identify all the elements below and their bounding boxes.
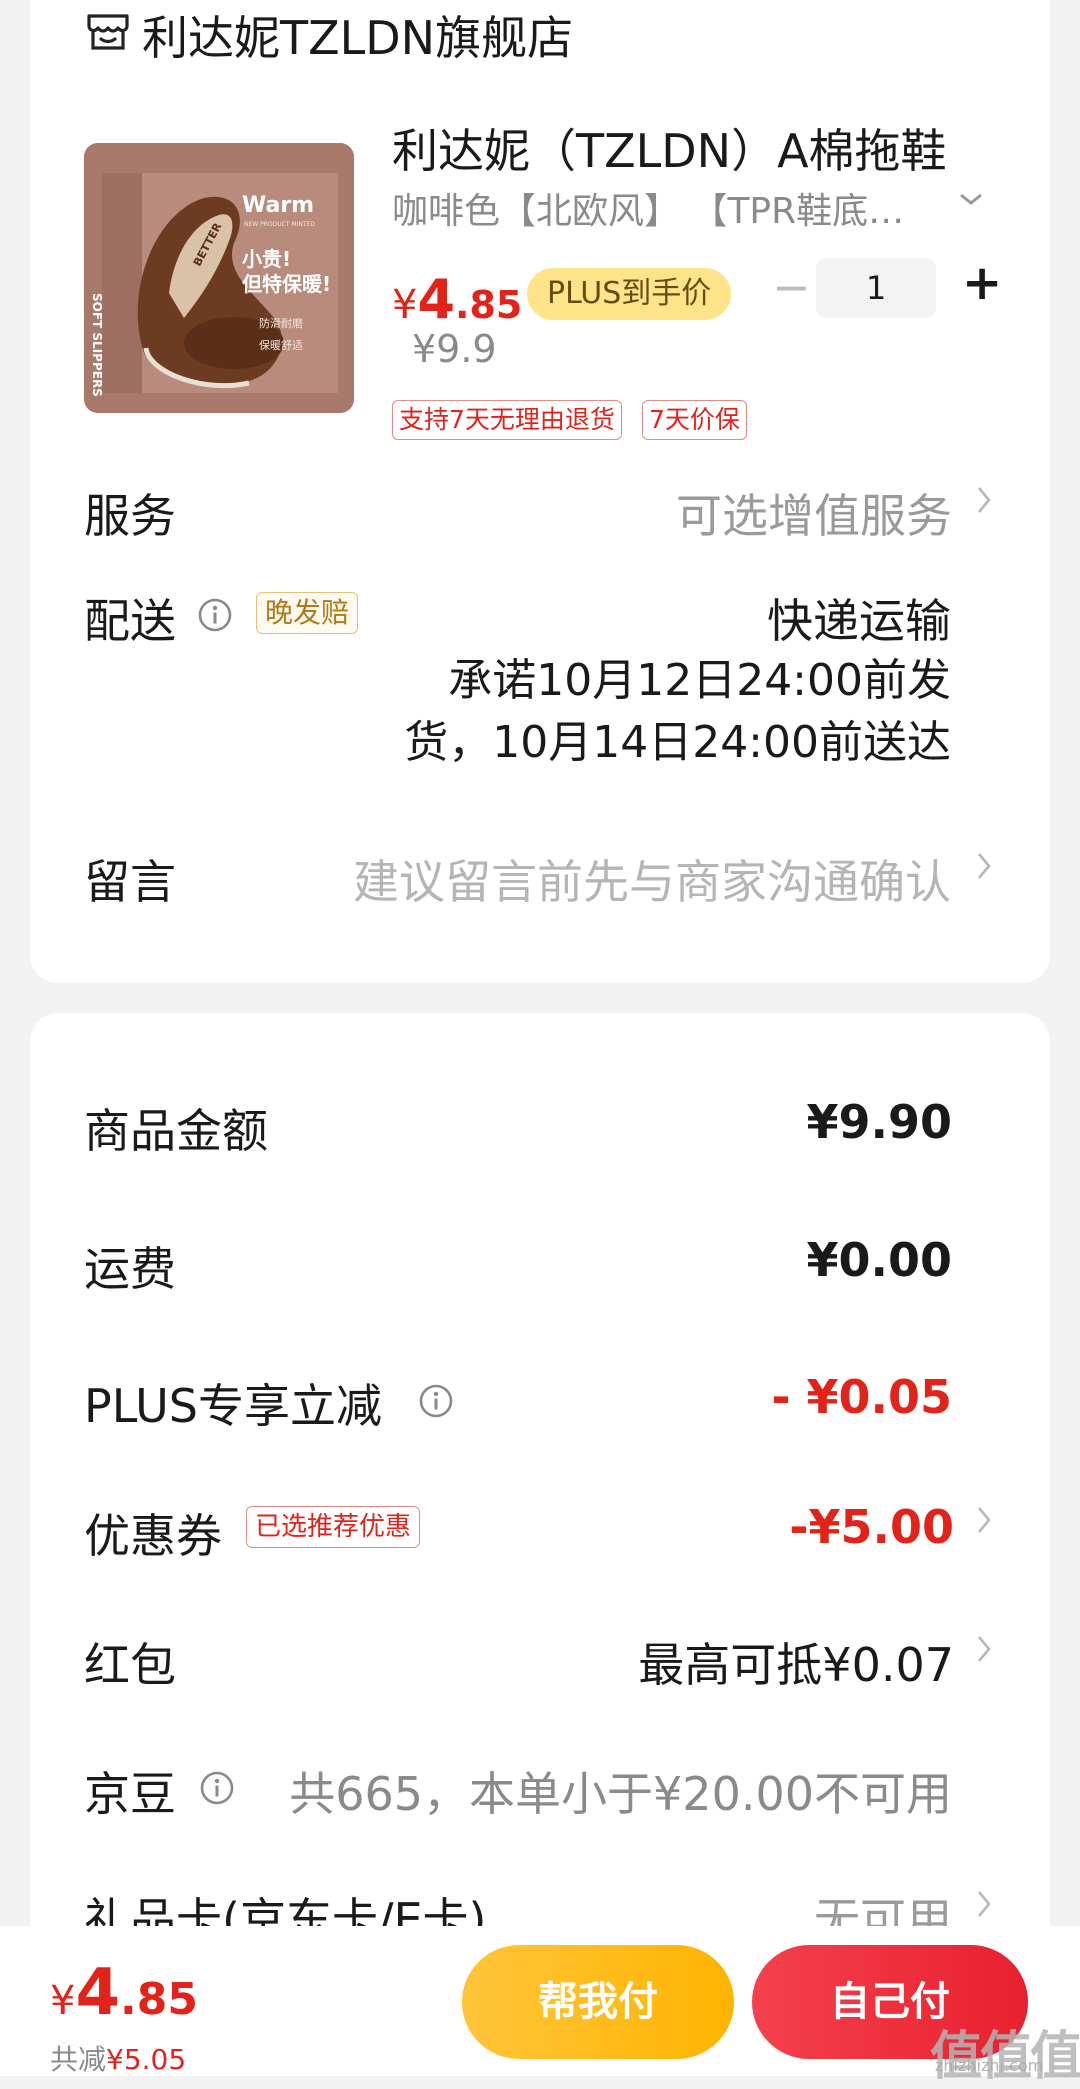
info-icon[interactable] [197,597,233,633]
message-label: 留言 [84,855,176,909]
checkout-bar: ¥4.85 共减¥5.05 帮我付 自己付 [0,1926,1080,2076]
info-icon[interactable] [418,1383,454,1419]
watermark-logo: 值值值 [930,2027,1080,2087]
jd-bean-value: 共665，本单小于¥20.00不可用 [289,1767,952,1821]
image-side-text: SOFT SLIPPERS [90,293,104,397]
chevron-right-icon[interactable] [976,1633,992,1674]
image-headline-2: 但特保暖! [242,272,332,296]
price-currency: ¥ [392,282,418,328]
fee-card: 商品金额 ¥9.90 运费 ¥0.00 PLUS专享立减 - ¥0.05 优惠券… [30,1013,1050,2076]
chevron-down-icon[interactable] [958,180,984,215]
shop-name[interactable]: 利达妮TZLDN旗舰店 [142,2,573,68]
total-integer: 4 [75,1956,120,2030]
quantity-input[interactable]: 1 [816,258,936,318]
price-protect-tag: 7天价保 [642,400,747,440]
quantity-minus-button[interactable]: − [772,260,811,314]
image-feature-2: 保暖舒适 [259,339,303,352]
chevron-right-icon[interactable] [976,1504,992,1545]
info-icon[interactable] [199,1770,235,1806]
image-warm-text: Warm [242,193,315,218]
service-value[interactable]: 可选增值服务 [676,480,952,546]
plus-discount-value: - ¥0.05 [771,1370,952,1424]
shipping-fee-value: ¥0.00 [806,1233,952,1287]
message-input[interactable]: 建议留言前先与商家沟通确认 [353,846,951,912]
watermark-url: zhizhizhi.com [935,2056,1044,2075]
red-packet-value[interactable]: 最高可抵¥0.07 [638,1629,954,1695]
goods-amount-label: 商品金额 [84,1104,268,1158]
goods-amount-value: ¥9.90 [806,1095,952,1149]
product-image[interactable]: Warm NEW PRODUCT MINTED 小贵! 但特保暖! 防滑耐磨 保… [84,143,354,413]
chevron-right-icon[interactable] [976,484,992,525]
total-saved[interactable]: 共减¥5.05 [50,2038,186,2078]
coupon-label: 优惠券 [84,1509,222,1563]
shipping-fee-label: 运费 [84,1242,176,1296]
total-price: ¥4.85 [50,1956,198,2030]
saved-prefix: 共减 [50,2043,107,2076]
image-feature-1: 防滑耐磨 [259,317,303,330]
price-decimal: .85 [455,283,523,327]
product-title[interactable]: 利达妮（TZLDN）A棉拖鞋 [392,115,992,181]
saved-value: ¥5.05 [106,2043,187,2076]
image-sub-text: NEW PRODUCT MINTED [244,221,315,228]
plus-price-badge: PLUS到手价 [527,268,732,320]
late-compensation-badge: 晚发赔 [256,592,359,634]
jd-bean-label: 京豆 [84,1767,176,1821]
help-pay-button[interactable]: 帮我付 [462,1945,734,2059]
red-packet-label: 红包 [84,1638,176,1692]
order-card: 利达妮TZLDN旗舰店 Warm NEW PRODUCT MINTED 小贵! … [30,0,1050,983]
total-currency: ¥ [50,1978,76,2024]
total-decimal: .85 [119,1974,198,2025]
plus-discount-label: PLUS专享立减 [84,1379,382,1433]
service-label: 服务 [84,489,176,543]
return-policy-tag: 支持7天无理由退货 [392,400,622,440]
product-price: ¥4.85 [392,268,522,331]
quantity-plus-button[interactable]: + [962,255,1002,311]
original-price: ¥9.9 [412,327,497,371]
product-spec[interactable]: 咖啡色【北欧风】 【TPR鞋底加厚】 [392,182,912,234]
coupon-selected-badge: 已选推荐优惠 [246,1506,421,1548]
coupon-value[interactable]: -¥5.00 [789,1500,954,1554]
delivery-label: 配送 [84,594,176,648]
chevron-right-icon[interactable] [976,1888,992,1929]
store-icon [87,14,129,50]
chevron-right-icon[interactable] [976,850,992,891]
price-integer: 4 [417,268,456,331]
delivery-promise: 承诺10月12日24:00前发货，10月14日24:00前送达 [404,655,951,768]
delivery-method[interactable]: 快递运输 [767,585,951,651]
